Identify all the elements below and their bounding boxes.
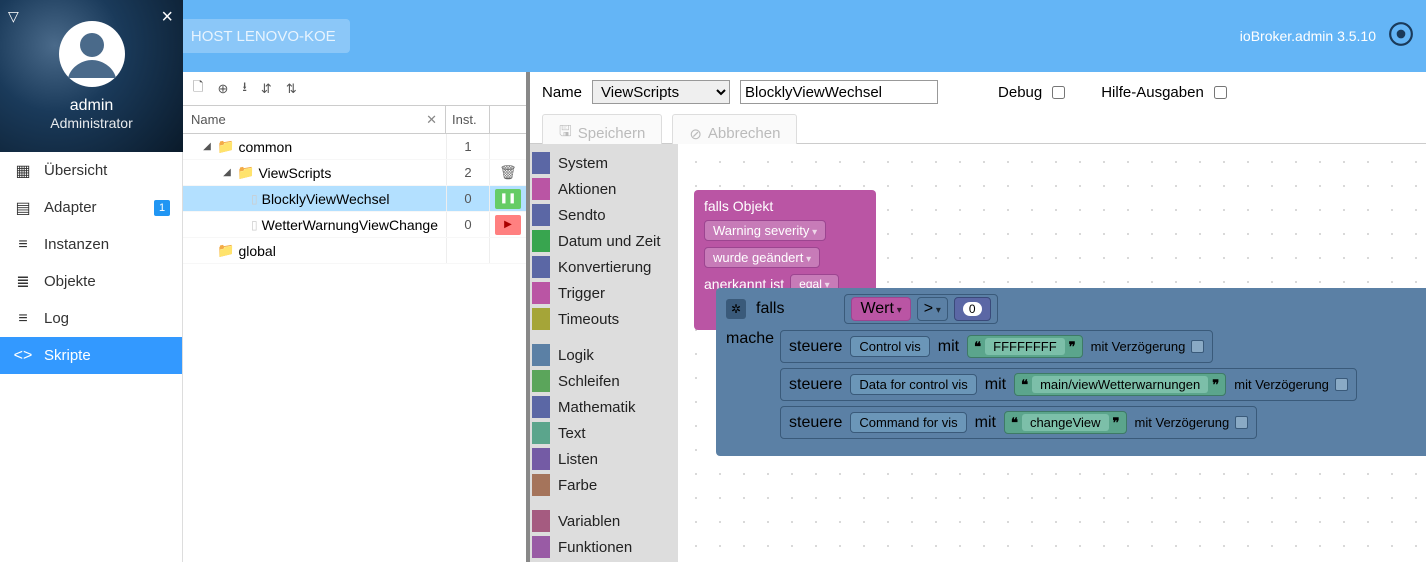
toolbox-item[interactable]: System: [530, 150, 678, 176]
steer-row[interactable]: steuere Data for control vis mit ❝main/v…: [780, 368, 1357, 401]
tree-toolbar: 🗋 ⊕ ⭳ ⇵ ⇅: [183, 72, 526, 106]
pause-button[interactable]: ❚❚: [495, 189, 521, 209]
tree-row[interactable]: ▯WetterWarnungViewChange 0▶: [183, 212, 526, 238]
user-panel: ▽ × admin Administrator: [0, 0, 183, 152]
save-icon: 🖫: [559, 121, 572, 146]
hilfe-label: Hilfe-Ausgaben: [1101, 84, 1204, 101]
tree-row[interactable]: ◢📁common 1: [183, 134, 526, 160]
sidebar: ▽ × admin Administrator ▦Übersicht ▤Adap…: [0, 72, 183, 562]
toolbox-item[interactable]: Text: [530, 420, 678, 446]
file-icon: ▯: [251, 192, 258, 206]
objects-icon: ≣: [14, 272, 32, 292]
oid-field[interactable]: Warning severity: [704, 220, 826, 241]
log-icon: ≡: [14, 310, 32, 328]
gear-icon[interactable]: ✲: [726, 299, 746, 319]
toolbox-item[interactable]: Variablen: [530, 508, 678, 534]
folder-select[interactable]: ViewScripts: [592, 80, 730, 104]
tree: ◢📁common 1 ◢📁ViewScripts 2🗑 ▯BlocklyView…: [183, 134, 526, 264]
grid-icon: ▦: [14, 161, 32, 181]
logo-icon: [1388, 21, 1414, 52]
blockly-toolbox: System Aktionen Sendto Datum und Zeit Ko…: [530, 144, 678, 562]
toolbox-item[interactable]: Logik: [530, 342, 678, 368]
new-file-icon[interactable]: 🗋: [193, 78, 203, 100]
menu-triangle-icon[interactable]: ▽: [8, 8, 19, 25]
nav-scripts[interactable]: <>Skripte: [0, 337, 182, 374]
change-field[interactable]: wurde geändert: [704, 247, 820, 268]
folder-icon: 📁: [217, 242, 234, 259]
download-icon[interactable]: ⭳: [242, 78, 247, 100]
folder-icon: 📁: [237, 164, 254, 181]
blockly-canvas[interactable]: falls Objekt Warning severity wurde geän…: [678, 144, 1426, 562]
tree-header: Name✕ Inst.: [183, 106, 526, 134]
toolbox-item[interactable]: Datum und Zeit: [530, 228, 678, 254]
topbar: 🔧 HOST LENOVO-KOE ioBroker.admin 3.5.10: [0, 0, 1426, 72]
script-tree-panel: 🗋 ⊕ ⭳ ⇵ ⇅ Name✕ Inst. ◢📁common 1 ◢📁ViewS…: [183, 72, 530, 562]
instances-icon: ≡: [14, 236, 32, 254]
nav-overview[interactable]: ▦Übersicht: [0, 152, 182, 189]
toolbox-item[interactable]: Timeouts: [530, 306, 678, 332]
toolbox-item[interactable]: Sendto: [530, 202, 678, 228]
avatar-icon[interactable]: [56, 18, 128, 95]
delay-checkbox[interactable]: [1235, 416, 1248, 429]
scripts-icon: <>: [14, 347, 32, 365]
play-button[interactable]: ▶: [495, 215, 521, 235]
debug-label: Debug: [998, 84, 1042, 101]
steer-row[interactable]: steuere Control vis mit ❝FFFFFFFF❞ mit V…: [780, 330, 1213, 363]
if-block[interactable]: ✲ falls Wert > 0 mache steuer: [716, 288, 1426, 456]
nav: ▦Übersicht ▤Adapter1 ≡Instanzen ≣Objekte…: [0, 152, 182, 374]
delay-checkbox[interactable]: [1191, 340, 1204, 353]
user-role: Administrator: [0, 115, 183, 131]
editor-toolbar: Name ViewScripts Debug Hilfe-Ausgaben 🖫S…: [530, 72, 1426, 144]
tree-row[interactable]: ▯BlocklyViewWechsel 0❚❚: [183, 186, 526, 212]
folder-icon: 📁: [217, 138, 234, 155]
steer-row[interactable]: steuere Command for vis mit ❝changeView❞…: [780, 406, 1257, 439]
trash-icon[interactable]: 🗑: [499, 164, 517, 181]
user-name: admin: [0, 97, 183, 115]
nav-adapter[interactable]: ▤Adapter1: [0, 189, 182, 226]
tree-row[interactable]: 📁global: [183, 238, 526, 264]
tree-row[interactable]: ◢📁ViewScripts 2🗑: [183, 160, 526, 186]
toolbox-item[interactable]: Trigger: [530, 280, 678, 306]
version-label: ioBroker.admin 3.5.10: [1240, 28, 1376, 44]
delay-checkbox[interactable]: [1335, 378, 1348, 391]
debug-checkbox[interactable]: [1052, 86, 1065, 99]
nav-log[interactable]: ≡Log: [0, 300, 182, 337]
toolbox-item[interactable]: Mathematik: [530, 394, 678, 420]
collapse-icon[interactable]: ⇵: [261, 81, 272, 97]
toolbox-item[interactable]: Konvertierung: [530, 254, 678, 280]
nav-instances[interactable]: ≡Instanzen: [0, 226, 182, 263]
adapter-icon: ▤: [14, 198, 32, 218]
toolbox-item[interactable]: Listen: [530, 446, 678, 472]
file-icon: ▯: [251, 218, 258, 232]
expand-icon[interactable]: ⇅: [286, 81, 297, 97]
badge: 1: [154, 200, 170, 216]
clear-filter-icon[interactable]: ✕: [426, 112, 437, 128]
editor-panel: Name ViewScripts Debug Hilfe-Ausgaben 🖫S…: [530, 72, 1426, 562]
toolbox-item[interactable]: Schleifen: [530, 368, 678, 394]
host-label: HOST LENOVO-KOE: [191, 28, 336, 45]
toolbox-item[interactable]: Farbe: [530, 472, 678, 498]
toolbox-item[interactable]: Aktionen: [530, 176, 678, 202]
toolbox-item[interactable]: Funktionen: [530, 534, 678, 560]
condition[interactable]: Wert > 0: [844, 294, 997, 324]
cancel-icon: ⊘: [689, 125, 702, 143]
close-icon[interactable]: ×: [161, 6, 173, 29]
new-folder-icon[interactable]: ⊕: [217, 81, 228, 97]
hilfe-checkbox[interactable]: [1214, 86, 1227, 99]
script-name-input[interactable]: [740, 80, 938, 104]
nav-objects[interactable]: ≣Objekte: [0, 263, 182, 300]
name-label: Name: [542, 84, 582, 101]
